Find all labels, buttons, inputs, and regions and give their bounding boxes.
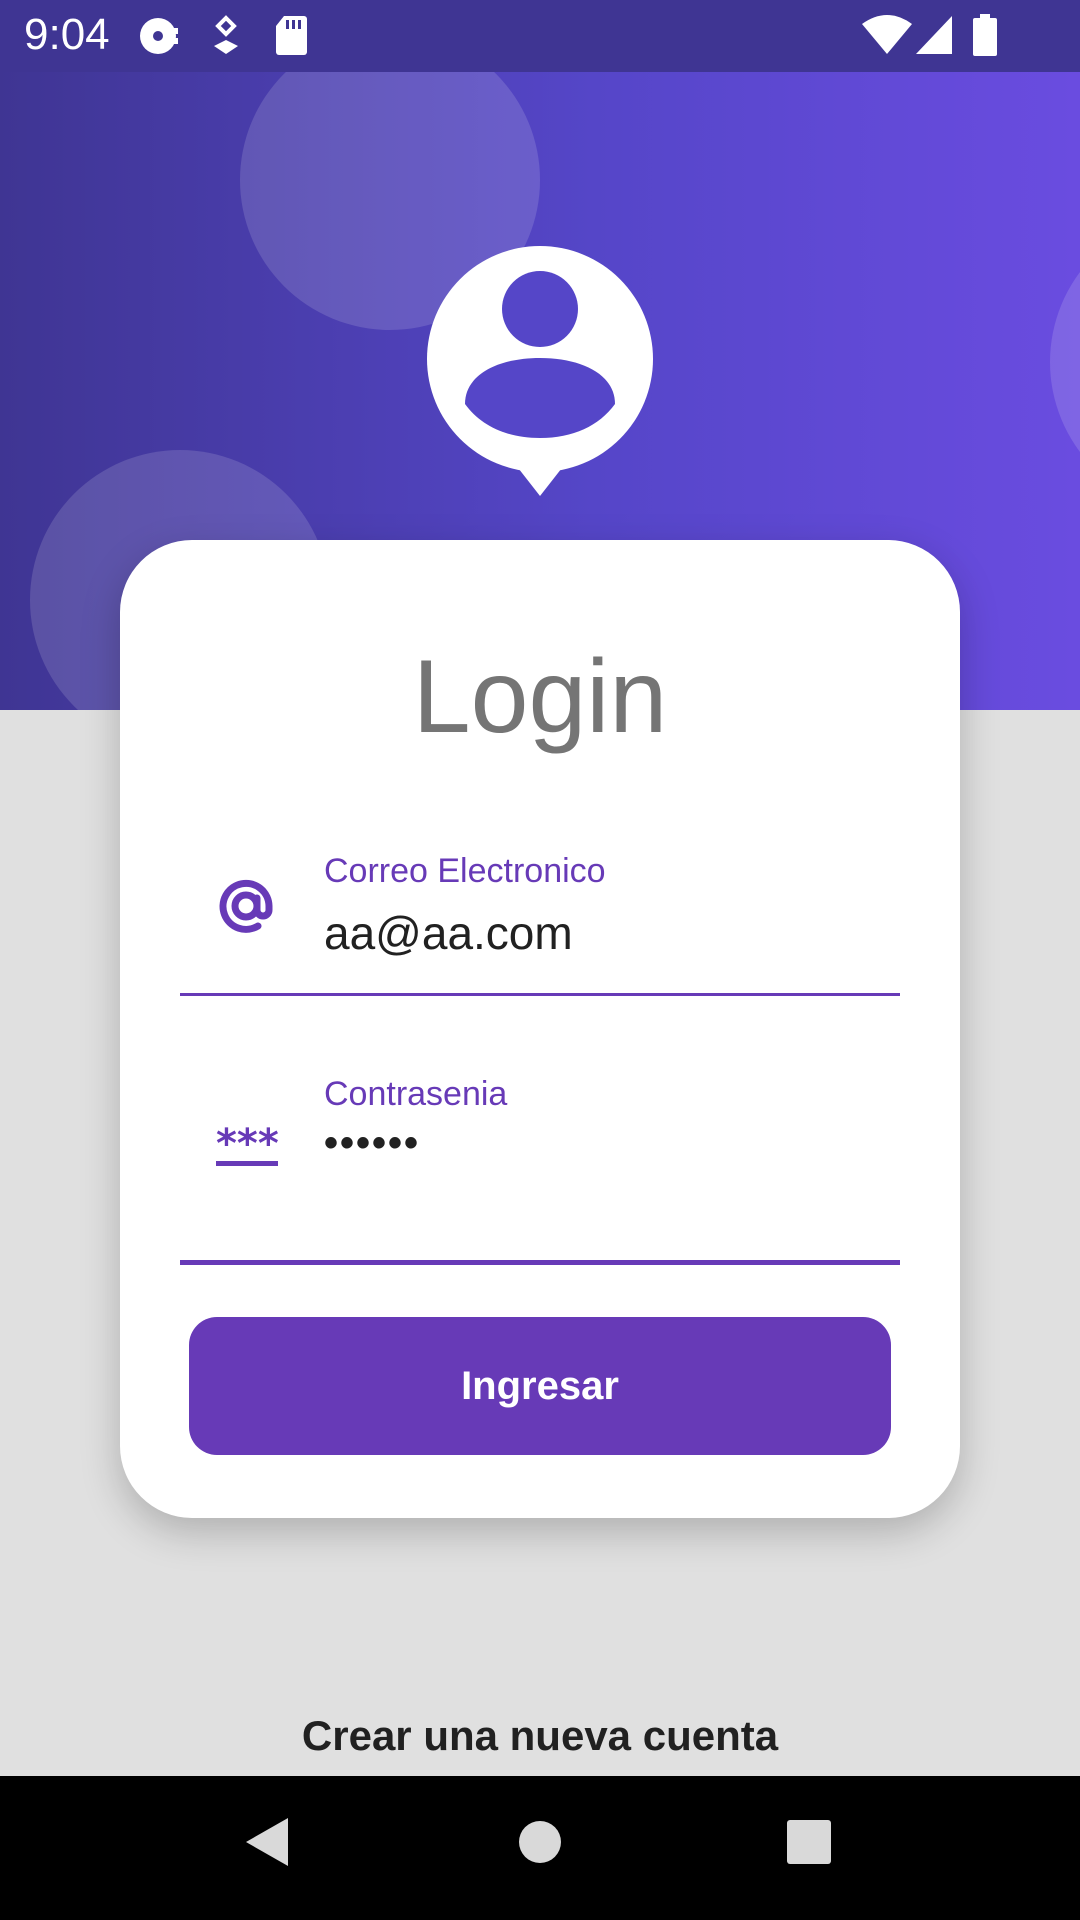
password-label: Contrasenia — [324, 1075, 508, 1113]
battery-icon — [972, 14, 998, 63]
password-input[interactable]: •••••• — [324, 1121, 420, 1166]
login-submit-button[interactable]: Ingresar — [189, 1317, 891, 1455]
home-icon[interactable] — [518, 1816, 562, 1873]
decor-bubble — [1050, 212, 1080, 512]
password-icon: *** — [216, 1121, 282, 1174]
password-underline — [180, 1260, 900, 1265]
sd-card-icon — [274, 14, 308, 61]
back-icon[interactable] — [244, 1816, 290, 1873]
login-card: Login Correo Electronico aa@aa.com *** C… — [120, 540, 960, 1518]
nav-bar — [0, 1776, 1080, 1920]
login-title: Login — [412, 639, 668, 755]
email-underline — [180, 993, 900, 996]
location-icon — [208, 14, 244, 63]
password-field[interactable]: *** Contrasenia •••••• — [180, 1075, 900, 1265]
recents-icon[interactable] — [786, 1816, 832, 1873]
email-label: Correo Electronico — [324, 852, 606, 890]
at-sign-icon — [216, 876, 276, 941]
media-icon — [138, 14, 182, 63]
status-time: 9:04 — [24, 10, 110, 59]
email-field[interactable]: Correo Electronico aa@aa.com — [180, 808, 900, 996]
create-account-link[interactable]: Crear una nueva cuenta — [0, 1712, 1080, 1760]
svg-text:***: *** — [216, 1123, 279, 1167]
status-bar: 9:04 — [0, 0, 1080, 72]
signal-icon — [914, 14, 954, 61]
email-input[interactable]: aa@aa.com — [324, 906, 573, 960]
user-pin-icon — [427, 246, 653, 496]
wifi-icon — [862, 14, 912, 61]
